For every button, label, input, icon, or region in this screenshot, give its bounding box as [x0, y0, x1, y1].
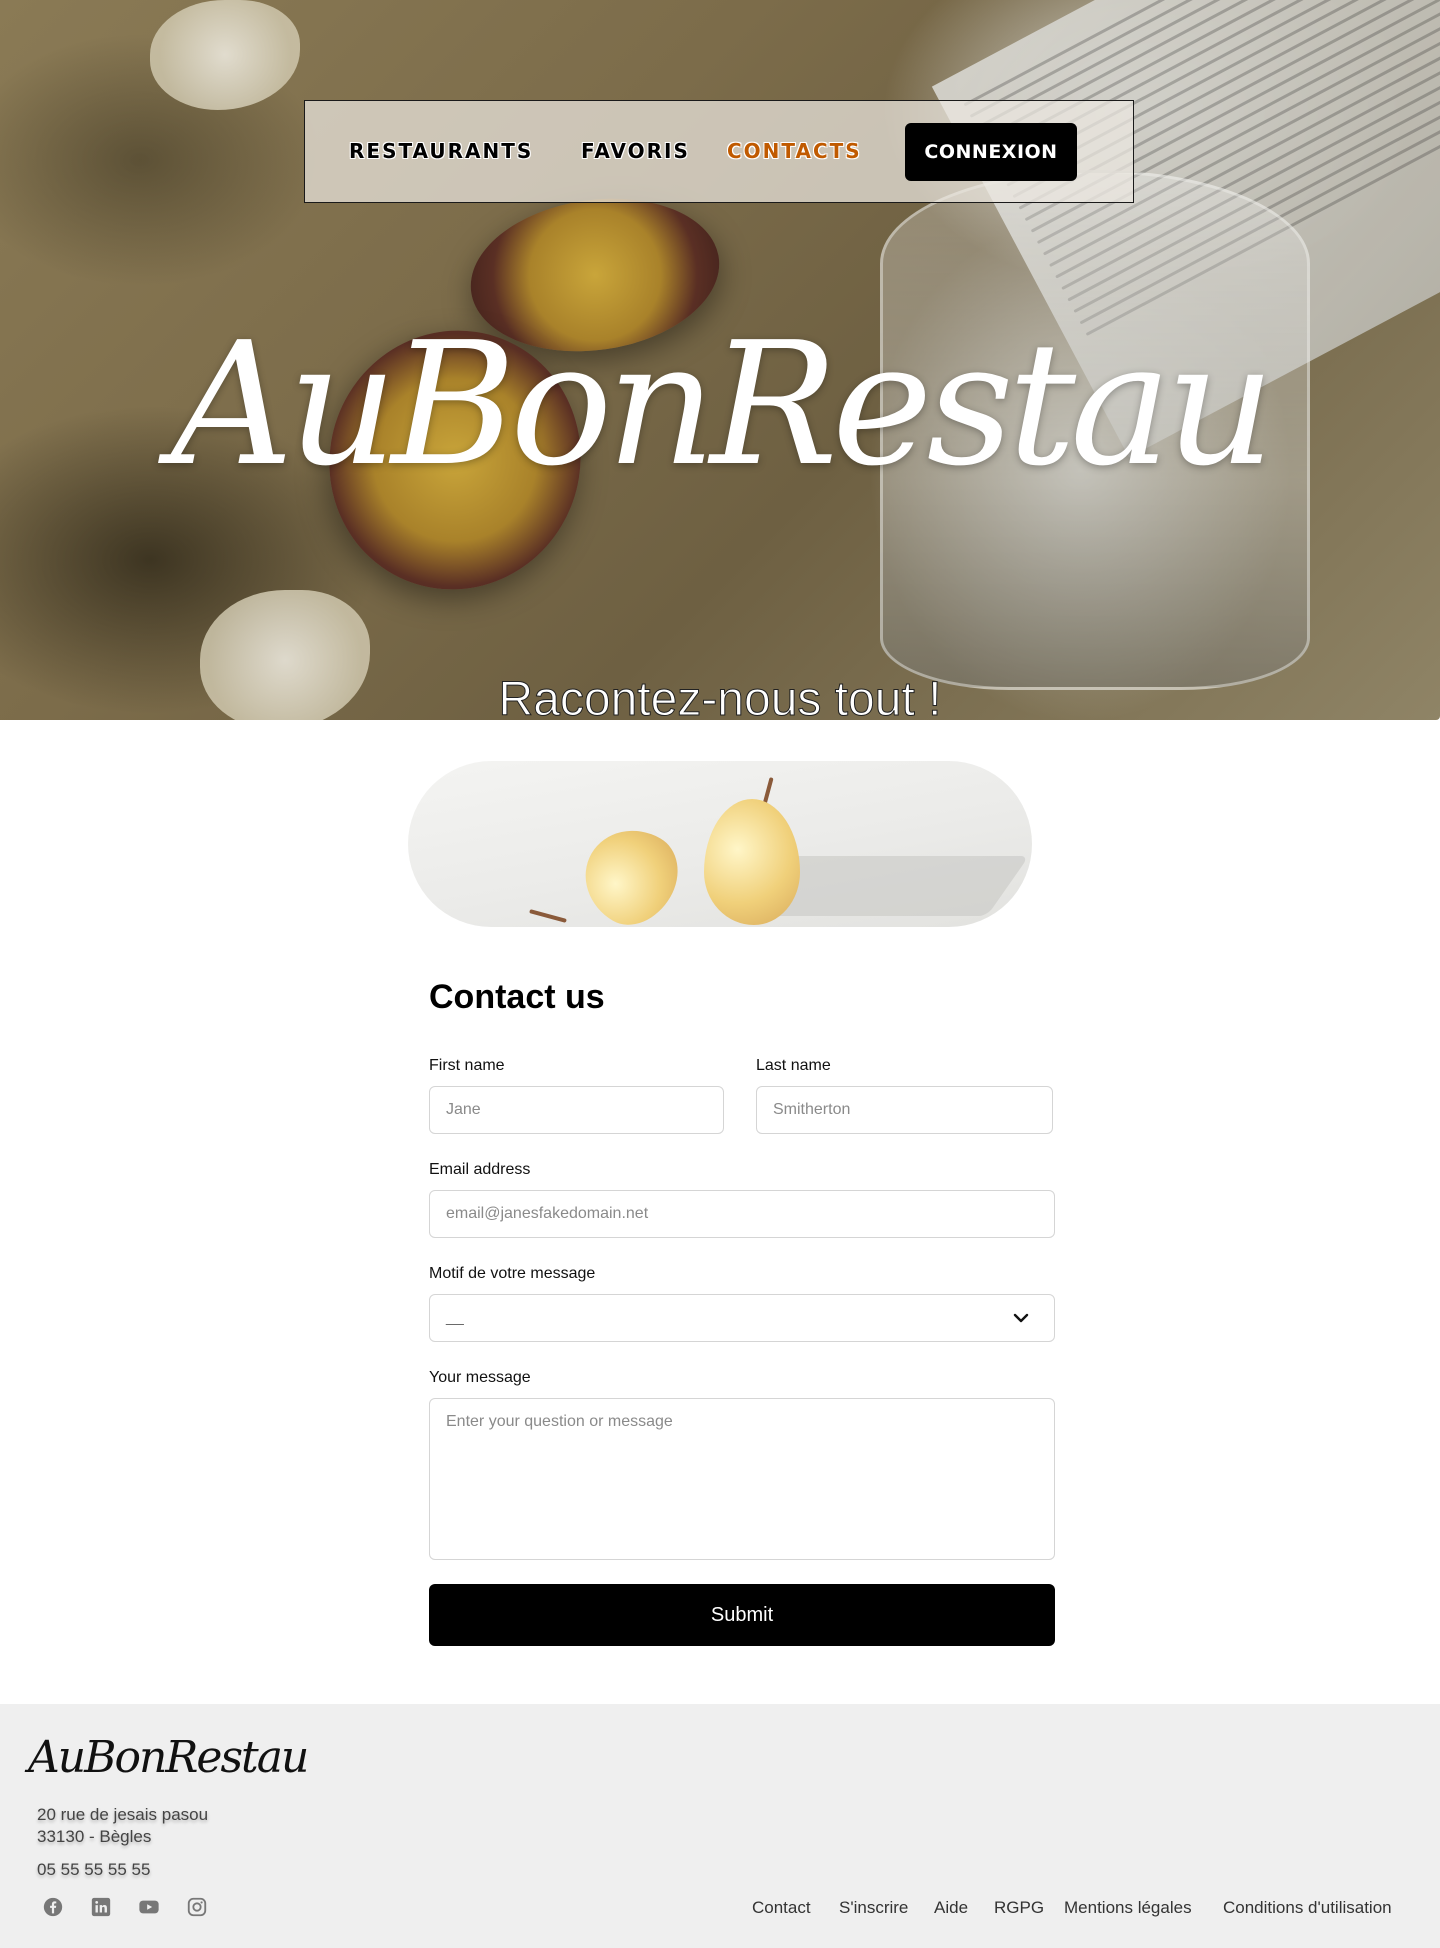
- flower-image: [150, 0, 300, 110]
- linkedin-icon[interactable]: [90, 1896, 112, 1918]
- message-textarea[interactable]: [429, 1398, 1055, 1560]
- reason-label: Motif de votre message: [429, 1265, 596, 1282]
- nav-contacts[interactable]: CONTACTS: [727, 139, 862, 163]
- last-name-label: Last name: [756, 1057, 831, 1074]
- footer-link-terms[interactable]: Conditions d'utilisation: [1223, 1898, 1392, 1918]
- message-label: Your message: [429, 1369, 531, 1386]
- email-label: Email address: [429, 1161, 531, 1178]
- main-nav: RESTAURANTS FAVORIS CONTACTS CONNEXION: [304, 100, 1134, 203]
- chevron-down-icon: [1013, 1313, 1029, 1323]
- youtube-icon[interactable]: [138, 1896, 160, 1918]
- hero-logo: AuBonRestau: [170, 306, 1275, 504]
- phone-number: 05 55 55 55 55: [37, 1860, 151, 1879]
- footer-link-contact[interactable]: Contact: [752, 1898, 811, 1918]
- footer-link-signup[interactable]: S'inscrire: [839, 1898, 908, 1918]
- instagram-icon[interactable]: [186, 1896, 208, 1918]
- hero-banner: RESTAURANTS FAVORIS CONTACTS CONNEXION A…: [0, 0, 1440, 720]
- footer-logo: AuBonRestau: [28, 1732, 309, 1783]
- pear-image: [704, 799, 800, 925]
- hero-tagline: Racontez-nous tout !: [498, 673, 942, 720]
- first-name-input[interactable]: [429, 1086, 724, 1134]
- reason-select-value: __: [446, 1309, 464, 1326]
- footer-link-legal[interactable]: Mentions légales: [1064, 1898, 1192, 1918]
- footer-link-rgpg[interactable]: RGPG: [994, 1898, 1044, 1918]
- pear-image: [567, 812, 694, 927]
- nav-favoris[interactable]: FAVORIS: [581, 139, 690, 163]
- submit-button[interactable]: Submit: [429, 1584, 1055, 1646]
- address-line-1: 20 rue de jesais pasou: [37, 1805, 209, 1824]
- pears-banner-image: [408, 761, 1032, 927]
- first-name-label: First name: [429, 1057, 505, 1074]
- facebook-icon[interactable]: [42, 1896, 64, 1918]
- form-title: Contact us: [429, 978, 605, 1016]
- email-input[interactable]: [429, 1190, 1055, 1238]
- login-button[interactable]: CONNEXION: [905, 123, 1077, 181]
- reason-select[interactable]: __: [429, 1294, 1055, 1342]
- last-name-input[interactable]: [756, 1086, 1053, 1134]
- address-line-2: 33130 - Bègles: [37, 1827, 152, 1846]
- footer-link-help[interactable]: Aide: [934, 1898, 968, 1918]
- nav-restaurants[interactable]: RESTAURANTS: [349, 139, 533, 163]
